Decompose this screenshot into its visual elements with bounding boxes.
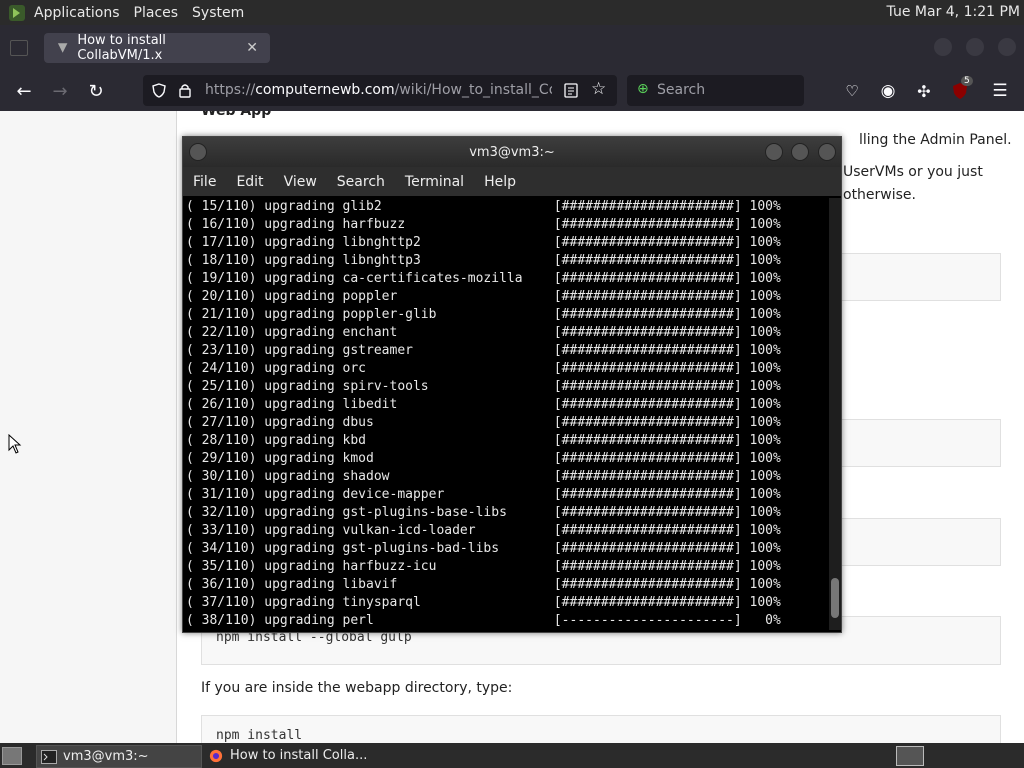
menu-view[interactable]: View: [284, 174, 317, 190]
close-icon[interactable]: [818, 143, 836, 161]
section-heading: Web App: [201, 111, 272, 119]
terminal-line: ( 28/110) upgrading kbd [###############…: [186, 433, 781, 448]
code-block: [201, 715, 1001, 743]
terminal-output[interactable]: ( 15/110) upgrading glib2 [#############…: [186, 198, 826, 630]
terminal-line: ( 34/110) upgrading gst-plugins-bad-libs…: [186, 541, 781, 556]
terminal-line: ( 25/110) upgrading spirv-tools [#######…: [186, 379, 781, 394]
clock[interactable]: Tue Mar 4, 1:21 PM: [887, 4, 1020, 20]
task-label: How to install Colla...: [230, 748, 368, 763]
tab-close-icon[interactable]: ✕: [246, 40, 258, 56]
shield-icon[interactable]: [152, 83, 166, 98]
terminal-line: ( 17/110) upgrading libnghttp2 [########…: [186, 235, 781, 250]
applications-menu[interactable]: Applications: [34, 5, 120, 21]
terminal-line: ( 20/110) upgrading poppler [###########…: [186, 289, 781, 304]
reload-icon[interactable]: ↻: [83, 78, 109, 104]
terminal-line: ( 15/110) upgrading glib2 [#############…: [186, 199, 781, 214]
maximize-window-icon[interactable]: [966, 38, 984, 56]
terminal-menubar: File Edit View Search Terminal Help: [183, 167, 841, 196]
url-text[interactable]: https://computernewb.com/wiki/How_to_ins…: [205, 82, 552, 98]
terminal-line: ( 30/110) upgrading shadow [############…: [186, 469, 781, 484]
close-window-icon[interactable]: [998, 38, 1016, 56]
terminal-line: ( 24/110) upgrading orc [###############…: [186, 361, 781, 376]
wiki-favicon-icon: [57, 43, 68, 53]
forward-icon[interactable]: →: [47, 78, 73, 104]
terminal-line: ( 36/110) upgrading libavif [###########…: [186, 577, 781, 592]
menu-hamburger-icon[interactable]: ☰: [987, 78, 1013, 104]
window-menu-icon[interactable]: [189, 143, 207, 161]
terminal-line: ( 22/110) upgrading enchant [###########…: [186, 325, 781, 340]
system-menu[interactable]: System: [192, 5, 244, 21]
terminal-line: ( 33/110) upgrading vulkan-icd-loader [#…: [186, 523, 781, 538]
terminal-line: ( 38/110) upgrading perl [--------------…: [186, 613, 781, 628]
terminal-line: ( 31/110) upgrading device-mapper [#####…: [186, 487, 781, 502]
paragraph-text: UserVMs or you just: [843, 164, 983, 180]
menu-terminal[interactable]: Terminal: [405, 174, 464, 190]
minimize-icon[interactable]: [765, 143, 783, 161]
terminal-line: ( 32/110) upgrading gst-plugins-base-lib…: [186, 505, 781, 520]
task-terminal[interactable]: vm3@vm3:~: [36, 745, 202, 768]
terminal-line: ( 35/110) upgrading harfbuzz-icu [######…: [186, 559, 781, 574]
terminal-title: vm3@vm3:~: [469, 144, 555, 160]
tab-list-icon[interactable]: [10, 40, 28, 56]
tab-title: How to install CollabVM/1.x: [77, 33, 166, 63]
search-placeholder: Search: [657, 82, 706, 98]
extensions-icon[interactable]: ✣: [911, 78, 937, 104]
maximize-icon[interactable]: [791, 143, 809, 161]
extension-badge: 5: [961, 76, 973, 86]
terminal-line: ( 26/110) upgrading libedit [###########…: [186, 397, 781, 412]
tab-how-to-install[interactable]: How to install CollabVM/1.x ✕: [44, 33, 270, 63]
terminal-line: ( 19/110) upgrading ca-certificates-mozi…: [186, 271, 781, 286]
firefox-icon: [209, 749, 223, 762]
url-bar[interactable]: https://computernewb.com/wiki/How_to_ins…: [143, 75, 617, 106]
terminal-titlebar[interactable]: vm3@vm3:~: [183, 137, 841, 167]
mouse-cursor-icon: [8, 434, 22, 454]
terminal-line: ( 37/110) upgrading tinysparql [########…: [186, 595, 781, 610]
reader-view-icon[interactable]: [564, 83, 578, 98]
terminal-line: ( 21/110) upgrading poppler-glib [######…: [186, 307, 781, 322]
show-desktop-icon[interactable]: [2, 747, 22, 765]
lock-icon[interactable]: [179, 83, 191, 98]
pocket-icon[interactable]: ♡: [839, 78, 865, 104]
account-icon[interactable]: ◉: [875, 78, 901, 104]
navigation-toolbar: ← → ↻ https://computernewb.com/wiki/How_…: [0, 70, 1024, 111]
paragraph-text: lling the Admin Panel.: [859, 132, 1012, 148]
distro-logo-icon[interactable]: [8, 4, 26, 22]
menu-help[interactable]: Help: [484, 174, 516, 190]
bottom-taskbar: vm3@vm3:~ How to install Colla...: [0, 743, 1024, 768]
terminal-line: ( 27/110) upgrading dbus [##############…: [186, 415, 781, 430]
top-panel: Applications Places System Tue Mar 4, 1:…: [0, 0, 1024, 25]
terminal-scrollbar[interactable]: [829, 198, 841, 630]
back-icon[interactable]: ←: [11, 78, 37, 104]
task-label: vm3@vm3:~: [63, 749, 149, 764]
workspace-switcher[interactable]: [896, 746, 924, 766]
browser-tab-strip: How to install CollabVM/1.x ✕: [0, 25, 1024, 70]
scrollbar-thumb[interactable]: [831, 578, 839, 618]
task-firefox[interactable]: How to install Colla...: [204, 745, 384, 766]
search-bar[interactable]: ⊕ Search: [627, 75, 804, 106]
terminal-line: ( 23/110) upgrading gstreamer [#########…: [186, 343, 781, 358]
places-menu[interactable]: Places: [134, 5, 179, 21]
terminal-line: ( 16/110) upgrading harfbuzz [##########…: [186, 217, 781, 232]
bookmark-star-icon[interactable]: ☆: [591, 79, 606, 99]
paragraph-text: If you are inside the webapp directory, …: [201, 680, 513, 696]
menu-edit[interactable]: Edit: [236, 174, 263, 190]
paragraph-text: otherwise.: [843, 187, 916, 203]
menu-search[interactable]: Search: [337, 174, 385, 190]
menu-file[interactable]: File: [193, 174, 216, 190]
code-text: npm install: [216, 728, 303, 743]
ublock-icon[interactable]: 5: [947, 76, 973, 104]
search-engine-icon: ⊕: [637, 81, 649, 97]
terminal-line: ( 18/110) upgrading libnghttp3 [########…: [186, 253, 781, 268]
wiki-sidebar: [0, 111, 177, 743]
terminal-window[interactable]: vm3@vm3:~ File Edit View Search Terminal…: [182, 136, 842, 633]
terminal-line: ( 29/110) upgrading kmod [##############…: [186, 451, 781, 466]
minimize-window-icon[interactable]: [934, 38, 952, 56]
terminal-icon: [41, 749, 57, 764]
